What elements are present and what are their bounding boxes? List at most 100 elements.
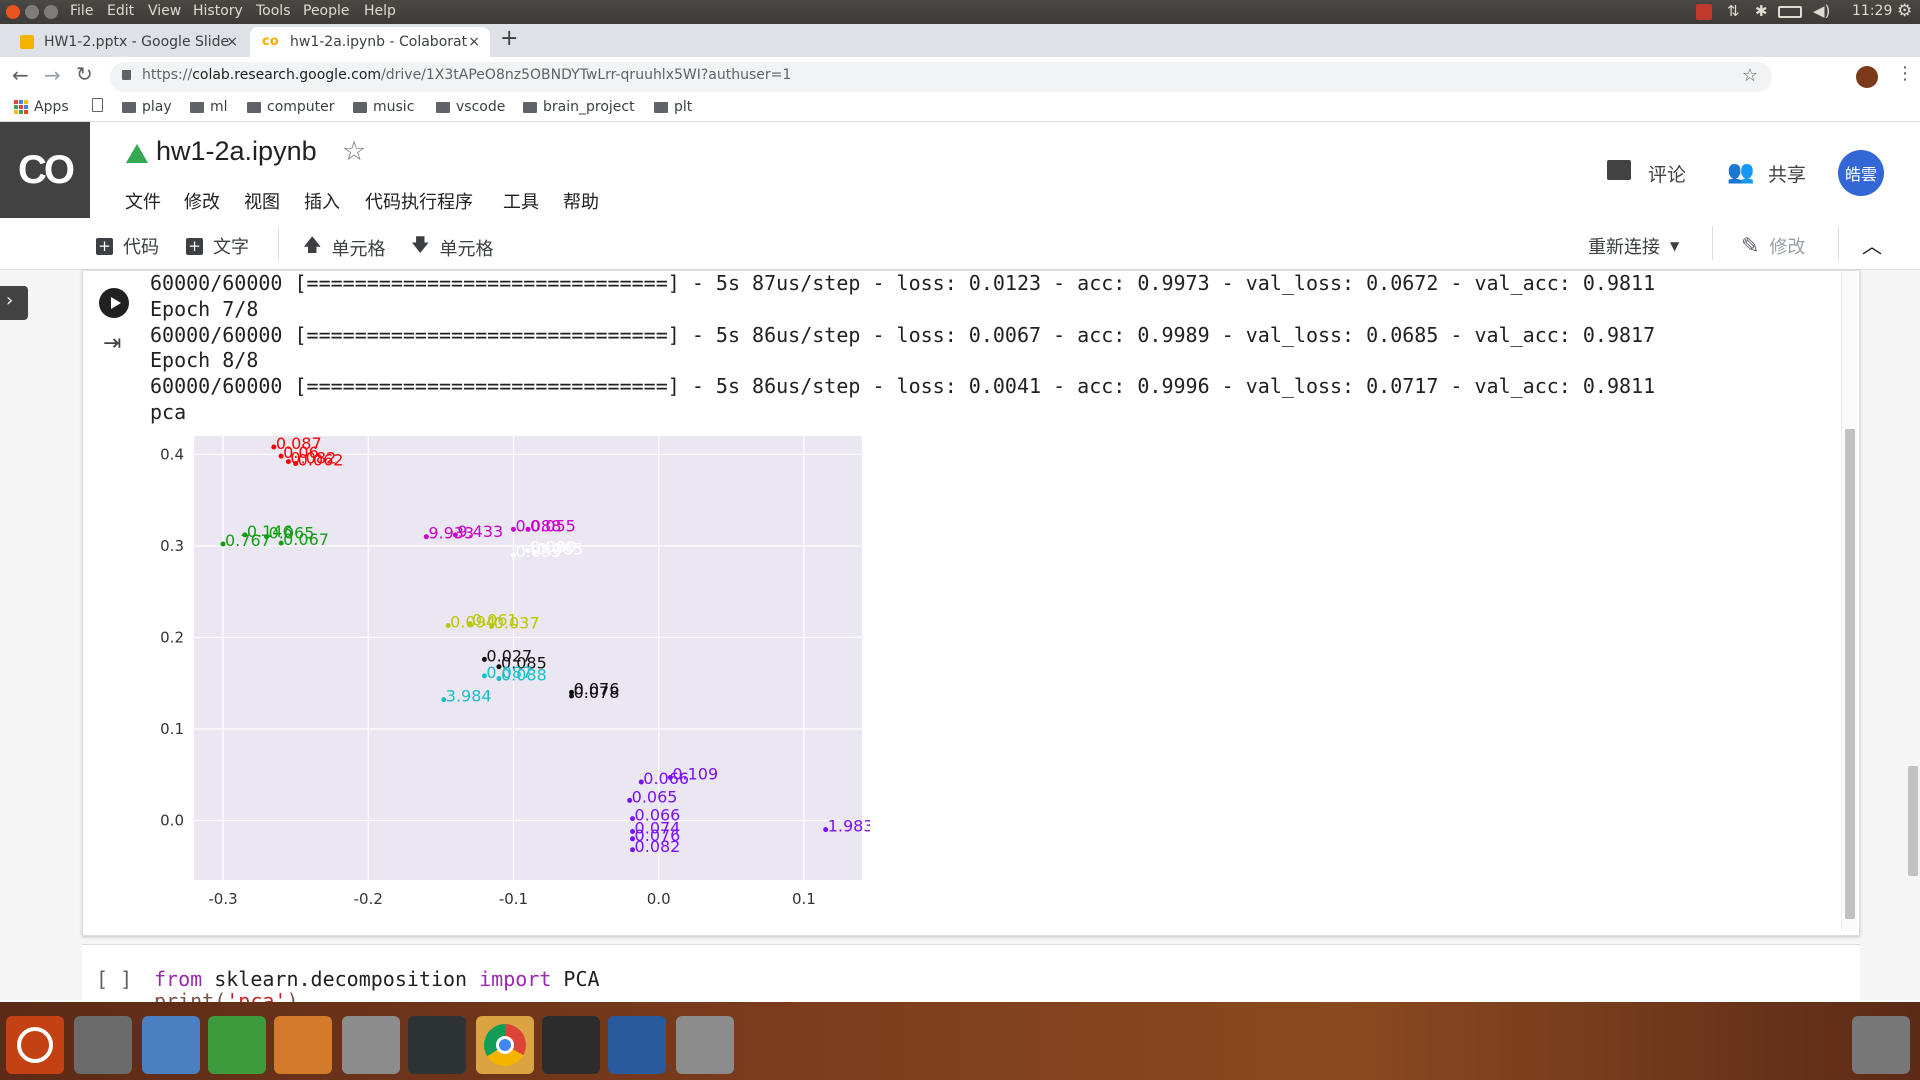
colab-menu-insert[interactable]: 插入 bbox=[304, 188, 340, 214]
disk-icon[interactable] bbox=[676, 1016, 734, 1074]
bookmark-computer[interactable]: computer bbox=[247, 99, 335, 115]
output-scrollbar[interactable] bbox=[1841, 271, 1857, 931]
os-menu-people[interactable]: People bbox=[303, 3, 350, 19]
move-cell-up-button[interactable]: 🡅 单元格 bbox=[303, 233, 386, 263]
edit-label: 修改 bbox=[1769, 237, 1806, 258]
new-tab-button[interactable]: + bbox=[500, 26, 518, 51]
code-line-1[interactable]: from sklearn.decomposition import PCA bbox=[154, 967, 600, 991]
colab-menu-runtime[interactable]: 代码执行程序 bbox=[365, 188, 473, 214]
share-button[interactable]: 共享 bbox=[1768, 160, 1806, 187]
output-line: Epoch 8/8 bbox=[150, 348, 259, 372]
slides-favicon-icon bbox=[20, 35, 34, 49]
y-tick-label: 0.1 bbox=[160, 720, 184, 738]
sidebar-toggle[interactable]: › bbox=[0, 286, 28, 320]
colab-menu-view[interactable]: 视图 bbox=[244, 188, 280, 214]
move-cell-down-button[interactable]: 🡇 单元格 bbox=[411, 233, 494, 263]
add-text-button[interactable]: + 文字 bbox=[186, 233, 249, 259]
terminal-icon[interactable] bbox=[542, 1016, 600, 1074]
output-clear-icon[interactable]: ⇥ bbox=[103, 331, 121, 356]
point-label: 0.078 bbox=[574, 683, 620, 702]
os-menu-view[interactable]: View bbox=[148, 3, 181, 19]
calc-icon[interactable] bbox=[208, 1016, 266, 1074]
comment-button[interactable]: 评论 bbox=[1648, 160, 1686, 187]
input-method-icon[interactable] bbox=[1696, 4, 1712, 20]
scroll-thumb[interactable] bbox=[1908, 766, 1918, 876]
forward-icon[interactable]: → bbox=[44, 63, 61, 87]
address-bar[interactable]: https://colab.research.google.com/drive/… bbox=[110, 62, 1772, 92]
colab-menu-tools[interactable]: 工具 bbox=[503, 188, 539, 214]
code-cell[interactable]: [ ] from sklearn.decomposition import PC… bbox=[82, 944, 1860, 1013]
page-scrollbar[interactable] bbox=[1904, 270, 1920, 1000]
bookmark-label: play bbox=[142, 99, 172, 115]
page-icon[interactable] bbox=[92, 98, 103, 112]
os-menu-edit[interactable]: Edit bbox=[107, 3, 134, 19]
collapse-header-icon[interactable]: ︿ bbox=[1862, 230, 1882, 259]
add-code-button[interactable]: + 代码 bbox=[96, 233, 159, 259]
bookmark-music[interactable]: music bbox=[353, 99, 414, 115]
edit-mode-button[interactable]: ✎ 修改 bbox=[1741, 233, 1805, 259]
close-tab-icon[interactable]: × bbox=[226, 27, 238, 57]
bookmark-brain-project[interactable]: brain_project bbox=[523, 99, 635, 115]
bookmark-label: music bbox=[373, 99, 415, 115]
battery-icon[interactable] bbox=[1778, 6, 1802, 18]
tab-slides[interactable]: HW1-2.pptx - Google Slide × bbox=[8, 27, 248, 57]
x-tick-label: -0.3 bbox=[208, 890, 237, 908]
trash-icon[interactable] bbox=[1852, 1016, 1910, 1074]
point-label: 0.065 bbox=[632, 787, 678, 806]
settings-gear-icon[interactable]: ⚙ bbox=[1897, 1, 1912, 21]
notebook-filename[interactable]: hw1-2a.ipynb bbox=[156, 136, 317, 167]
maximize-window-icon[interactable] bbox=[44, 5, 58, 19]
colab-menu-file[interactable]: 文件 bbox=[125, 188, 161, 214]
system-monitor-icon[interactable] bbox=[408, 1016, 466, 1074]
bookmark-star-icon[interactable]: ☆ bbox=[1742, 65, 1758, 86]
user-avatar[interactable]: 皓雲 bbox=[1838, 150, 1884, 196]
files-icon[interactable] bbox=[74, 1016, 132, 1074]
point-label: 0.088 bbox=[501, 666, 547, 685]
close-tab-icon[interactable]: × bbox=[468, 27, 480, 57]
chrome-menu-icon[interactable]: ⋮ bbox=[1896, 63, 1914, 84]
y-tick-label: 0.3 bbox=[160, 537, 184, 555]
bookmark-ml[interactable]: ml bbox=[190, 99, 228, 115]
bluetooth-icon[interactable]: ✱ bbox=[1755, 2, 1768, 20]
tab-colab[interactable]: co hw1-2a.ipynb - Colaborat × bbox=[250, 27, 490, 57]
cell-run-brackets[interactable]: [ ] bbox=[96, 967, 132, 991]
impress-icon[interactable] bbox=[274, 1016, 332, 1074]
close-window-icon[interactable] bbox=[6, 5, 20, 19]
google-drive-icon[interactable] bbox=[126, 144, 148, 163]
profile-avatar[interactable] bbox=[1856, 66, 1878, 88]
reload-icon[interactable]: ↻ bbox=[76, 62, 93, 86]
bookmark-play[interactable]: play bbox=[122, 99, 172, 115]
run-cell-button[interactable] bbox=[99, 288, 129, 318]
minimize-window-icon[interactable] bbox=[25, 5, 39, 19]
bookmark-plt[interactable]: plt bbox=[654, 99, 692, 115]
cell-up-label: 单元格 bbox=[331, 239, 386, 260]
point-label: 0.065 bbox=[537, 539, 583, 558]
network-icon[interactable]: ⇅ bbox=[1727, 2, 1740, 20]
volume-icon[interactable]: ◀) bbox=[1813, 2, 1830, 20]
os-menu-file[interactable]: File bbox=[70, 3, 93, 19]
back-icon[interactable]: ← bbox=[12, 63, 29, 87]
bookmark-label: Apps bbox=[34, 99, 69, 115]
colab-menu-help[interactable]: 帮助 bbox=[563, 188, 599, 214]
star-icon[interactable]: ☆ bbox=[342, 136, 366, 167]
comment-icon[interactable] bbox=[1607, 160, 1631, 180]
y-tick-label: 0.2 bbox=[160, 628, 184, 646]
clock[interactable]: 11:29 bbox=[1852, 3, 1892, 19]
bookmark-apps[interactable]: Apps bbox=[14, 99, 69, 115]
reconnect-button[interactable]: 重新连接 ▼ bbox=[1588, 233, 1679, 259]
writer-icon[interactable] bbox=[142, 1016, 200, 1074]
people-icon[interactable]: 👥 bbox=[1727, 160, 1754, 185]
colab-menu-edit[interactable]: 修改 bbox=[184, 188, 220, 214]
cell-down-label: 单元格 bbox=[439, 239, 494, 260]
os-menu-history[interactable]: History bbox=[193, 3, 243, 19]
bookmark-vscode[interactable]: vscode bbox=[436, 99, 505, 115]
vscode-icon[interactable] bbox=[608, 1016, 666, 1074]
ubuntu-dash-icon[interactable] bbox=[6, 1016, 64, 1074]
scroll-thumb[interactable] bbox=[1845, 429, 1855, 919]
x-tick-label: -0.1 bbox=[499, 890, 528, 908]
colab-logo[interactable]: CO bbox=[0, 122, 90, 218]
os-menu-tools[interactable]: Tools bbox=[256, 3, 291, 19]
os-menu-help[interactable]: Help bbox=[364, 3, 396, 19]
system-settings-icon[interactable] bbox=[342, 1016, 400, 1074]
chrome-icon[interactable] bbox=[476, 1016, 534, 1074]
